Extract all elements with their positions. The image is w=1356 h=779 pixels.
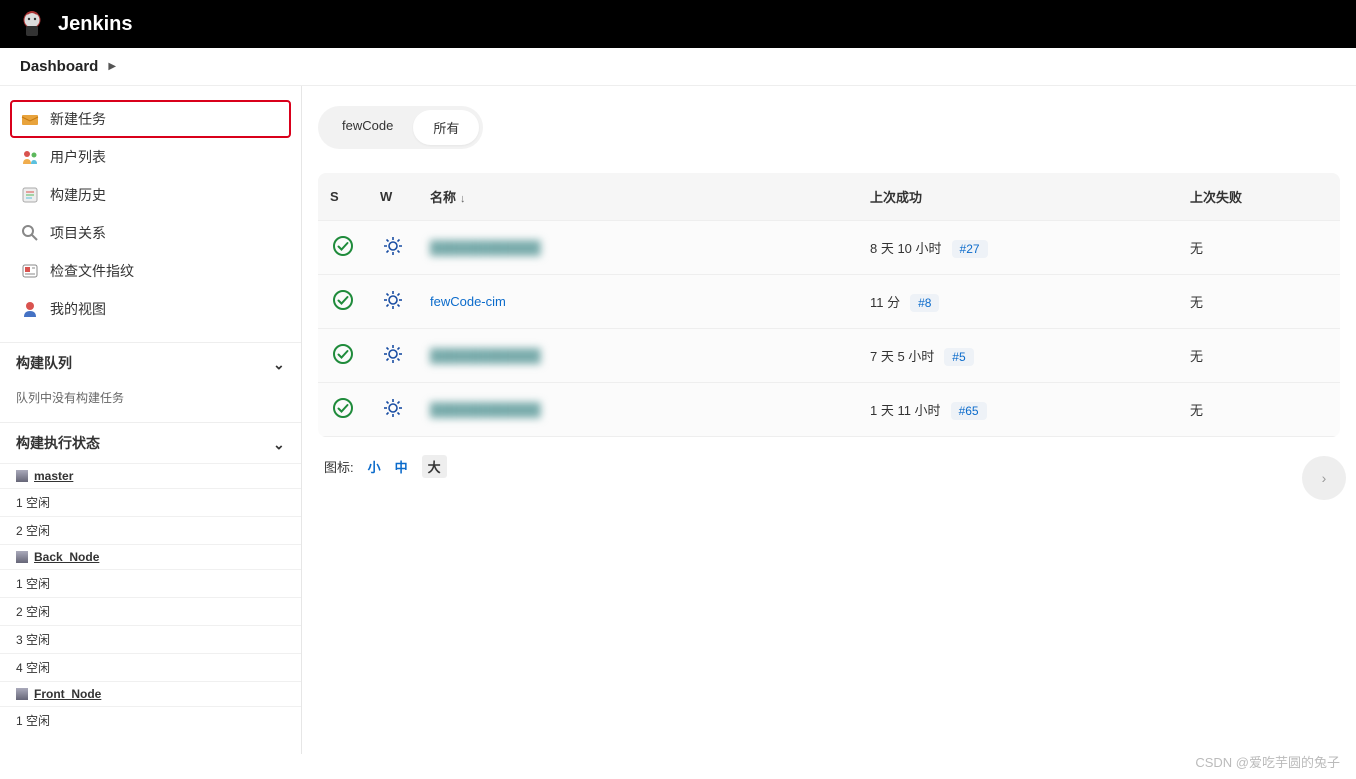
icon-size-label: 图标:	[324, 457, 354, 476]
breadcrumb-dashboard[interactable]: Dashboard	[20, 58, 98, 75]
col-last-success[interactable]: 上次成功	[858, 173, 1178, 221]
last-failure: 无	[1190, 241, 1203, 256]
table-row: ████████████ 7 天 5 小时 #5 无	[318, 329, 1340, 383]
executor-slot: 1 空闲	[0, 706, 301, 734]
build-queue-header[interactable]: 构建队列 ⌃	[0, 342, 301, 383]
sidebar-item-label: 用户列表	[50, 147, 106, 167]
computer-icon	[16, 688, 28, 700]
col-weather[interactable]: W	[368, 173, 418, 221]
sidebar-item-my-views[interactable]: 我的视图	[10, 290, 291, 328]
size-large[interactable]: 大	[422, 455, 447, 478]
executor-slot: 4 空闲	[0, 653, 301, 681]
tab-fewcode[interactable]: fewCode	[322, 110, 413, 145]
sidebar: 新建任务 用户列表 构建历史 项目关系	[0, 86, 302, 754]
scroll-right-button[interactable]: ›	[1302, 456, 1346, 500]
job-table: S W 名称↓ 上次成功 上次失败 ████████████ 8 天 10 小时 #…	[318, 173, 1340, 437]
executor-slot: 3 空闲	[0, 625, 301, 653]
sort-down-icon: ↓	[460, 193, 466, 205]
top-header: Jenkins	[0, 0, 1356, 48]
last-success-time: 1 天 11 小时	[870, 403, 941, 418]
size-small[interactable]: 小	[368, 457, 381, 476]
sidebar-item-label: 检查文件指纹	[50, 261, 134, 281]
view-tabs: fewCode 所有	[318, 106, 483, 149]
last-failure: 无	[1190, 349, 1203, 364]
job-name[interactable]: fewCode-cim	[430, 294, 506, 309]
status-success-icon	[332, 289, 354, 311]
sidebar-item-new-job[interactable]: 新建任务	[10, 100, 291, 138]
col-name[interactable]: 名称↓	[418, 173, 858, 221]
sidebar-item-build-history[interactable]: 构建历史	[10, 176, 291, 214]
jenkins-logo-icon	[16, 8, 48, 40]
weather-sunny-icon	[382, 235, 404, 257]
sidebar-item-label: 我的视图	[50, 299, 106, 319]
chevron-right-icon: ▶	[108, 61, 116, 72]
executor-status-title: 构建执行状态	[16, 433, 100, 453]
sidebar-item-fingerprint[interactable]: 检查文件指纹	[10, 252, 291, 290]
node-master[interactable]: master	[0, 463, 301, 488]
build-badge[interactable]: #5	[944, 348, 973, 366]
chevron-up-icon: ⌃	[273, 435, 285, 452]
build-badge[interactable]: #27	[952, 240, 988, 258]
executor-slot: 2 空闲	[0, 516, 301, 544]
executor-slot: 1 空闲	[0, 569, 301, 597]
size-medium[interactable]: 中	[395, 457, 408, 476]
weather-sunny-icon	[382, 343, 404, 365]
weather-sunny-icon	[382, 289, 404, 311]
people-icon	[20, 147, 40, 167]
col-last-failure[interactable]: 上次失败	[1178, 173, 1340, 221]
weather-sunny-icon	[382, 397, 404, 419]
status-success-icon	[332, 343, 354, 365]
executor-slot: 2 空闲	[0, 597, 301, 625]
job-name[interactable]: ████████████	[430, 402, 541, 417]
job-name[interactable]: ████████████	[430, 348, 541, 363]
build-queue-empty: 队列中没有构建任务	[0, 383, 301, 412]
build-queue-title: 构建队列	[16, 353, 72, 373]
app-name: Jenkins	[58, 13, 132, 36]
status-success-icon	[332, 397, 354, 419]
history-icon	[20, 185, 40, 205]
sidebar-item-label: 项目关系	[50, 223, 106, 243]
node-front[interactable]: Front_Node	[0, 681, 301, 706]
last-failure: 无	[1190, 403, 1203, 418]
last-failure: 无	[1190, 295, 1203, 310]
sidebar-item-label: 构建历史	[50, 185, 106, 205]
build-badge[interactable]: #65	[951, 402, 987, 420]
last-success-time: 8 天 10 小时	[870, 241, 942, 256]
new-job-icon	[20, 109, 40, 129]
computer-icon	[16, 551, 28, 563]
table-row: ████████████ 1 天 11 小时 #65 无	[318, 383, 1340, 437]
build-badge[interactable]: #8	[910, 294, 939, 312]
executor-slot: 1 空闲	[0, 488, 301, 516]
sidebar-item-label: 新建任务	[50, 109, 106, 129]
tab-all[interactable]: 所有	[413, 110, 479, 145]
my-views-icon	[20, 299, 40, 319]
job-name[interactable]: ████████████	[430, 240, 541, 255]
icon-size-row: 图标: 小 中 大 图例	[318, 455, 1340, 478]
sidebar-item-relations[interactable]: 项目关系	[10, 214, 291, 252]
watermark: CSDN @爱吃芋圆的兔子	[1195, 752, 1340, 771]
chevron-up-icon: ⌃	[273, 355, 285, 372]
status-success-icon	[332, 235, 354, 257]
chevron-right-icon: ›	[1322, 470, 1327, 486]
table-row: fewCode-cim 11 分 #8 无	[318, 275, 1340, 329]
main-content: fewCode 所有 S W 名称↓ 上次成功 上次失败 ███████████…	[302, 86, 1356, 754]
computer-icon	[16, 470, 28, 482]
col-status[interactable]: S	[318, 173, 368, 221]
breadcrumb: Dashboard ▶	[0, 48, 1356, 86]
search-icon	[20, 223, 40, 243]
sidebar-item-people[interactable]: 用户列表	[10, 138, 291, 176]
executor-status-header[interactable]: 构建执行状态 ⌃	[0, 422, 301, 463]
last-success-time: 11 分	[870, 295, 900, 310]
logo[interactable]: Jenkins	[16, 8, 132, 40]
fingerprint-icon	[20, 261, 40, 281]
table-row: ████████████ 8 天 10 小时 #27 无	[318, 221, 1340, 275]
last-success-time: 7 天 5 小时	[870, 349, 934, 364]
node-back[interactable]: Back_Node	[0, 544, 301, 569]
